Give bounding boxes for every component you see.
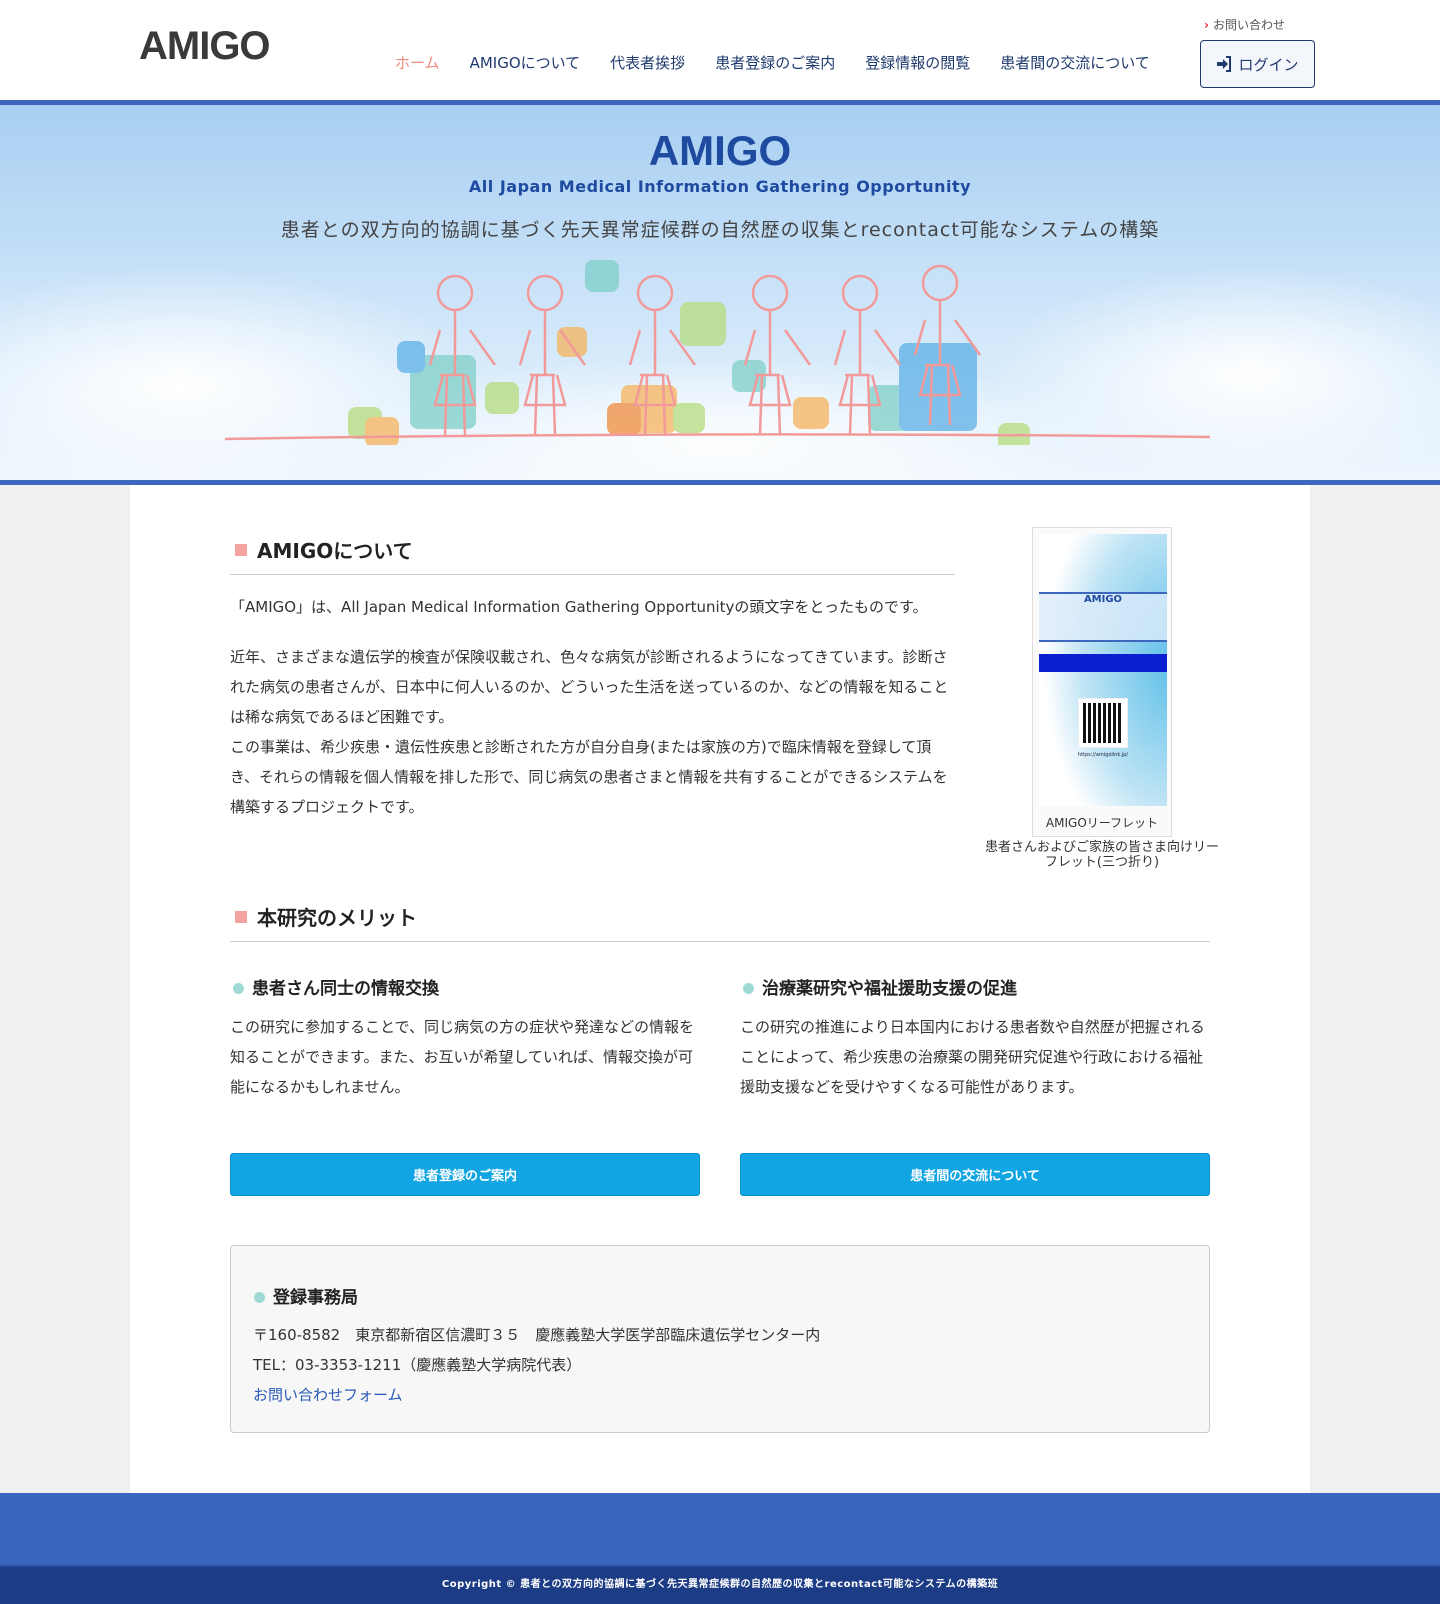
qr-code-icon bbox=[1078, 698, 1128, 748]
merit-1-text: この研究に参加することで、同じ病気の方の症状や発達などの情報を知ることができます… bbox=[230, 1018, 694, 1096]
circle-bullet-icon bbox=[743, 983, 754, 994]
hero-subtitle: All Japan Medical Information Gathering … bbox=[468, 177, 972, 196]
registration-office-box: 登録事務局 〒160-8582 東京都新宿区信濃町３５ 慶應義塾大学医学部臨床遺… bbox=[230, 1245, 1210, 1433]
chevron-right-icon: › bbox=[1204, 18, 1209, 32]
about-heading: AMIGOについて bbox=[230, 535, 955, 575]
hero-tagline: 患者との双方向的協調に基づく先天異常症候群の自然歴の収集とrecontact可能… bbox=[280, 219, 1160, 241]
office-address: 〒160-8582 東京都新宿区信濃町３５ 慶應義塾大学医学部臨床遺伝学センター… bbox=[253, 1326, 821, 1344]
sign-in-icon bbox=[1217, 56, 1232, 72]
merit-1-title: 患者さん同士の情報交換 bbox=[233, 974, 439, 999]
nav-registration[interactable]: 患者登録のご案内 bbox=[700, 52, 850, 73]
about-heading-text: AMIGOについて bbox=[257, 539, 413, 563]
nav-home[interactable]: ホーム bbox=[380, 52, 455, 73]
main-nav: ホーム AMIGOについて 代表者挨拶 患者登録のご案内 登録情報の閲覧 患者間… bbox=[380, 52, 1165, 73]
office-tel: TEL：03-3353-1211（慶應義塾大学病院代表） bbox=[253, 1356, 582, 1374]
merit-2-title-text: 治療薬研究や福祉援助支援の促進 bbox=[762, 979, 1017, 999]
nav-about[interactable]: AMIGOについて bbox=[455, 52, 596, 73]
login-label: ログイン bbox=[1238, 55, 1299, 74]
about-body-2: この事業は、希少疾患・遺伝性疾患と診断された方が自分自身(または家族の方)で臨床… bbox=[230, 738, 948, 816]
office-heading-text: 登録事務局 bbox=[273, 1288, 358, 1308]
square-bullet-icon bbox=[235, 911, 247, 923]
children-illustration bbox=[225, 260, 1210, 445]
leaflet-image: AMIGO https://amigolink.jp/ bbox=[1039, 534, 1167, 806]
leaflet-image-title: AMIGO bbox=[1039, 592, 1167, 642]
hero-title: AMIGO bbox=[648, 127, 792, 174]
merits-heading: 本研究のメリット bbox=[230, 902, 1210, 942]
copyright: Copyright © 患者との双方向的協調に基づく先天異常症候群の自然歴の収集… bbox=[0, 1565, 1440, 1604]
merit-2-text: この研究の推進により日本国内における患者数や自然歴が把握されることによって、希少… bbox=[740, 1018, 1205, 1096]
registration-guide-button[interactable]: 患者登録のご案内 bbox=[230, 1153, 700, 1196]
leaflet-caption: AMIGOリーフレット bbox=[1045, 816, 1159, 830]
square-bullet-icon bbox=[235, 544, 247, 556]
contact-link-label: お問い合わせ bbox=[1212, 18, 1285, 32]
merit-1-title-text: 患者さん同士の情報交換 bbox=[252, 979, 439, 999]
patient-exchange-button[interactable]: 患者間の交流について bbox=[740, 1153, 1210, 1196]
nav-view-info[interactable]: 登録情報の閲覧 bbox=[850, 52, 985, 73]
circle-bullet-icon bbox=[254, 1292, 265, 1303]
site-header: AMIGO › お問い合わせ ホーム AMIGOについて 代表者挨拶 患者登録のご… bbox=[0, 0, 1440, 100]
login-button[interactable]: ログイン bbox=[1200, 40, 1315, 88]
leaflet-thumbnail[interactable]: AMIGO https://amigolink.jp/ AMIGOリーフレット bbox=[1032, 527, 1172, 837]
contact-link[interactable]: › お問い合わせ bbox=[1204, 16, 1285, 33]
nav-greeting[interactable]: 代表者挨拶 bbox=[595, 52, 700, 73]
nav-exchange[interactable]: 患者間の交流について bbox=[985, 52, 1165, 73]
about-intro: 「AMIGO」は、All Japan Medical Information G… bbox=[230, 598, 928, 616]
leaflet-description: 患者さんおよびご家族の皆さま向けリーフレット(三つ折り) bbox=[984, 840, 1219, 870]
hero-banner: AMIGO All Japan Medical Information Gath… bbox=[0, 100, 1440, 485]
site-logo[interactable]: AMIGO bbox=[139, 24, 271, 69]
merits-heading-text: 本研究のメリット bbox=[257, 906, 417, 930]
office-heading: 登録事務局 bbox=[254, 1283, 358, 1308]
circle-bullet-icon bbox=[233, 983, 244, 994]
about-body: 近年、さまざまな遺伝学的検査が保険収載され、色々な病気が診断されるようになってき… bbox=[230, 648, 949, 726]
contact-form-link[interactable]: お問い合わせフォーム bbox=[253, 1380, 403, 1410]
merit-2-title: 治療薬研究や福祉援助支援の促進 bbox=[743, 974, 1017, 999]
footer bbox=[0, 1493, 1440, 1565]
main-content: AMIGOについて 「AMIGO」は、All Japan Medical Inf… bbox=[130, 485, 1310, 1493]
leaflet-image-url: https://amigolink.jp/ bbox=[1077, 752, 1129, 758]
